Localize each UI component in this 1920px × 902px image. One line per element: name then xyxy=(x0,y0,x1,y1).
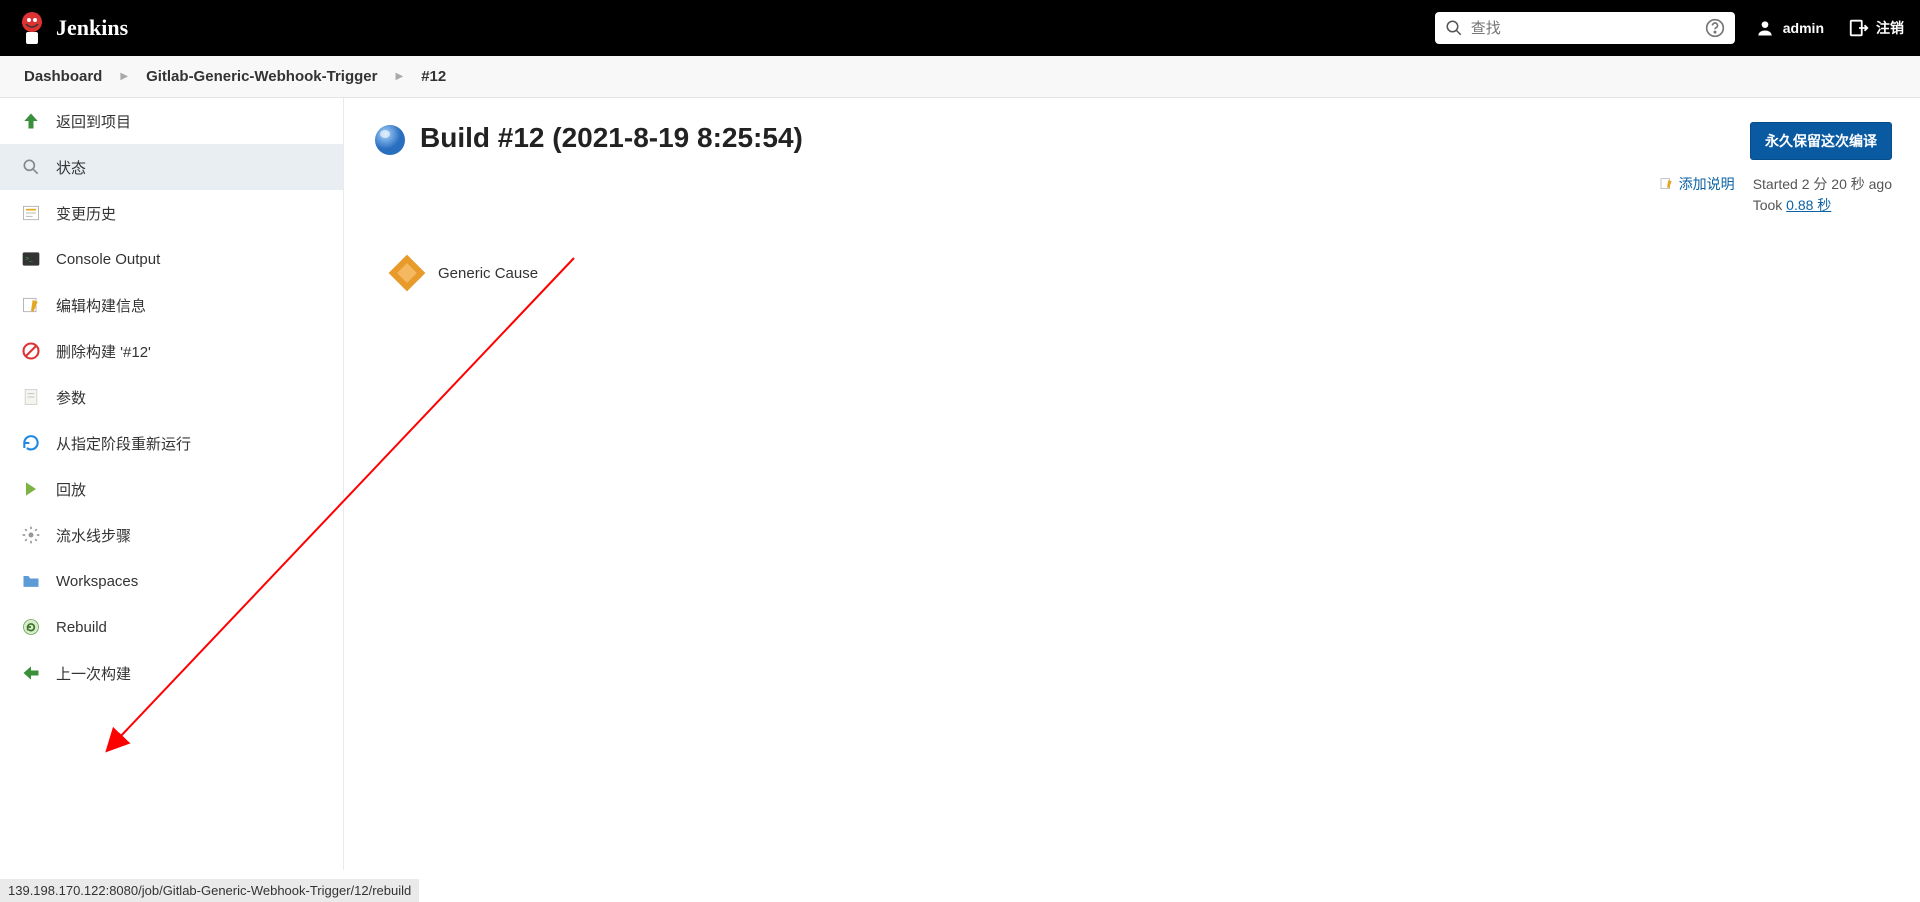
search-box[interactable] xyxy=(1435,12,1735,44)
sidebar-item-replay[interactable]: 回放 xyxy=(0,466,343,512)
user-icon xyxy=(1755,18,1775,38)
sidebar-item-label: 从指定阶段重新运行 xyxy=(56,433,191,454)
history-icon xyxy=(20,202,42,224)
took-prefix: Took xyxy=(1753,197,1786,213)
logout-label: 注销 xyxy=(1876,18,1904,38)
rebuild-icon xyxy=(20,616,42,638)
sidebar-item-label: 上一次构建 xyxy=(56,663,131,684)
sidebar-item-label: 状态 xyxy=(56,157,86,178)
document-icon xyxy=(20,386,42,408)
user-menu[interactable]: admin xyxy=(1755,18,1824,38)
chevron-right-icon: ▶ xyxy=(120,71,128,82)
sidebar-item-label: 编辑构建信息 xyxy=(56,295,146,316)
sidebar-item-label: 删除构建 '#12' xyxy=(56,341,151,362)
gear-icon xyxy=(20,524,42,546)
sidebar-item-status[interactable]: 状态 xyxy=(0,144,343,190)
sidebar-item-changes[interactable]: 变更历史 xyxy=(0,190,343,236)
username: admin xyxy=(1783,20,1824,36)
add-description-label: 添加说明 xyxy=(1679,174,1735,194)
edit-icon xyxy=(1659,176,1675,192)
sidebar-item-label: 变更历史 xyxy=(56,203,116,224)
delete-icon xyxy=(20,340,42,362)
breadcrumb: Dashboard ▶ Gitlab-Generic-Webhook-Trigg… xyxy=(0,56,1920,98)
breadcrumb-dashboard[interactable]: Dashboard xyxy=(24,68,102,85)
arrow-left-icon xyxy=(20,662,42,684)
sidebar-item-prev-build[interactable]: 上一次构建 xyxy=(0,650,343,696)
refresh-icon xyxy=(20,432,42,454)
edit-icon xyxy=(20,294,42,316)
sidebar-item-label: 流水线步骤 xyxy=(56,525,131,546)
sidebar-item-workspaces[interactable]: Workspaces xyxy=(0,558,343,604)
search-input[interactable] xyxy=(1471,20,1705,37)
chevron-right-icon: ▶ xyxy=(395,71,403,82)
arrow-up-icon xyxy=(20,110,42,132)
sidebar-item-label: 返回到项目 xyxy=(56,111,131,132)
build-timing: Started 2 分 20 秒 ago Took 0.88 秒 xyxy=(1753,174,1892,216)
sidebar-item-delete[interactable]: 删除构建 '#12' xyxy=(0,328,343,374)
folder-icon xyxy=(20,570,42,592)
duration-link[interactable]: 0.88 秒 xyxy=(1786,197,1831,213)
sidebar-item-label: Workspaces xyxy=(56,573,138,590)
keep-build-button[interactable]: 永久保留这次编译 xyxy=(1750,122,1892,160)
replay-icon xyxy=(20,478,42,500)
sidebar-item-restart[interactable]: 从指定阶段重新运行 xyxy=(0,420,343,466)
logout-icon xyxy=(1848,17,1870,39)
sidebar-item-rebuild[interactable]: Rebuild xyxy=(0,604,343,650)
help-icon[interactable] xyxy=(1705,18,1725,38)
cause-text: Generic Cause xyxy=(438,265,538,282)
status-bar: 139.198.170.122:8080/job/Gitlab-Generic-… xyxy=(0,879,419,902)
sidebar: 返回到项目 状态 变更历史 >_ Console Output 编辑构建信息 删… xyxy=(0,98,344,870)
brand-name: Jenkins xyxy=(56,15,128,41)
logo[interactable]: Jenkins xyxy=(16,8,128,48)
search-icon xyxy=(1445,19,1463,37)
console-icon: >_ xyxy=(20,248,42,270)
build-cause: Generic Cause xyxy=(386,252,1892,294)
jenkins-logo-icon xyxy=(16,8,48,48)
breadcrumb-job[interactable]: Gitlab-Generic-Webhook-Trigger xyxy=(146,68,377,85)
main-panel: Build #12 (2021-8-19 8:25:54) 永久保留这次编译 添… xyxy=(344,98,1920,870)
sidebar-item-label: 参数 xyxy=(56,387,86,408)
sidebar-item-console[interactable]: >_ Console Output xyxy=(0,236,343,282)
cause-icon xyxy=(386,252,428,294)
sidebar-item-label: Rebuild xyxy=(56,619,107,636)
sidebar-item-label: 回放 xyxy=(56,479,86,500)
add-description-link[interactable]: 添加说明 xyxy=(1659,174,1735,194)
header: Jenkins admin 注销 xyxy=(0,0,1920,56)
started-text: Started 2 分 20 秒 ago xyxy=(1753,174,1892,195)
magnifier-icon xyxy=(20,156,42,178)
logout-link[interactable]: 注销 xyxy=(1848,17,1904,39)
breadcrumb-build[interactable]: #12 xyxy=(421,68,446,85)
page-title: Build #12 (2021-8-19 8:25:54) xyxy=(420,122,1738,154)
build-status-icon xyxy=(372,122,408,158)
sidebar-item-back[interactable]: 返回到项目 xyxy=(0,98,343,144)
sidebar-item-params[interactable]: 参数 xyxy=(0,374,343,420)
svg-text:>_: >_ xyxy=(25,256,33,263)
sidebar-item-pipeline-steps[interactable]: 流水线步骤 xyxy=(0,512,343,558)
sidebar-item-label: Console Output xyxy=(56,251,160,268)
sidebar-item-edit[interactable]: 编辑构建信息 xyxy=(0,282,343,328)
